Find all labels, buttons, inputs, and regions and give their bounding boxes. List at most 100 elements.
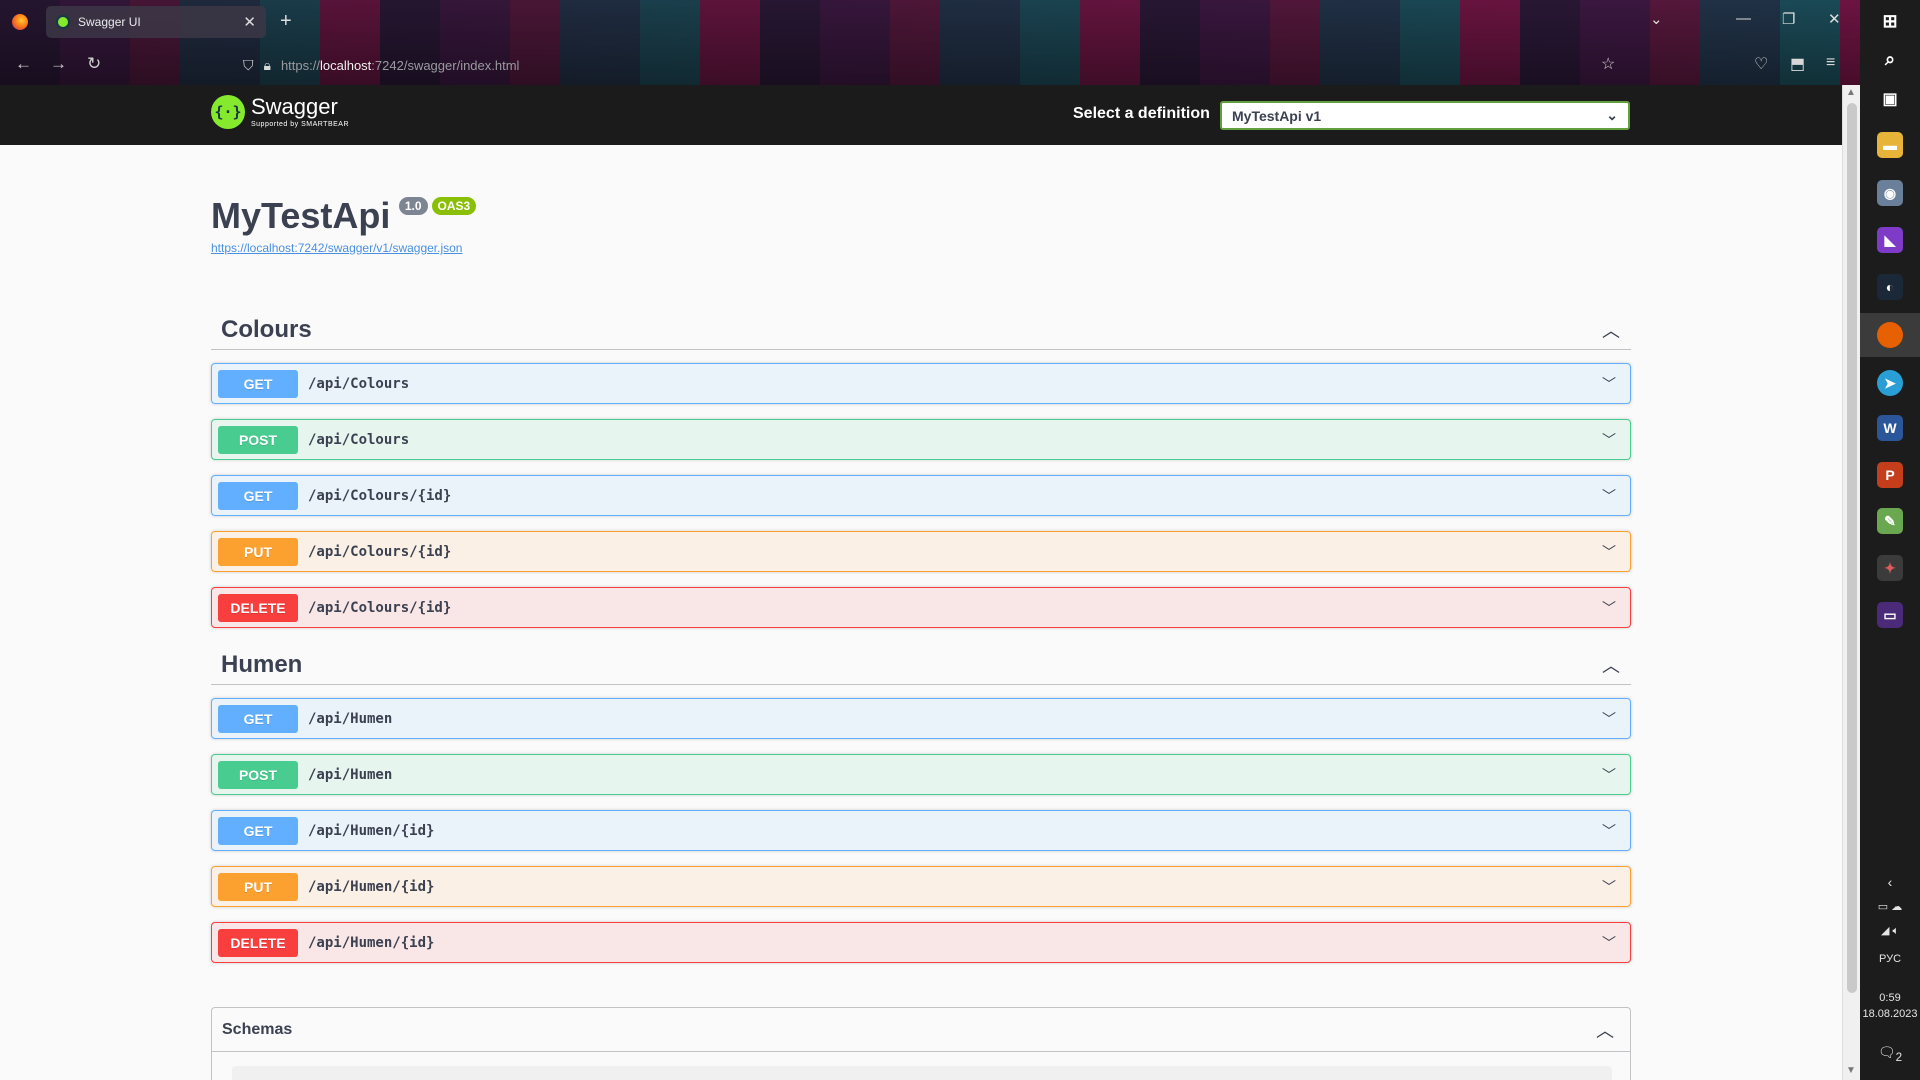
word-icon[interactable]: W — [1877, 415, 1903, 441]
network-icon[interactable]: ◢ 🔈︎ — [1860, 924, 1920, 938]
terminal-icon[interactable]: ▭ — [1877, 602, 1903, 628]
windows-start-icon[interactable]: ⊞ — [1877, 8, 1903, 34]
tab-title: Swagger UI — [78, 15, 141, 29]
operation-path: /api/Colours/{id} — [308, 487, 452, 504]
operation-get[interactable]: GET /api/Colours/{id} ﹀ — [211, 475, 1631, 516]
method-badge: GET — [218, 369, 298, 398]
show-hidden-icons-icon[interactable]: ‹ — [1860, 874, 1920, 890]
telegram-icon[interactable]: ➤ — [1877, 370, 1903, 396]
app-icon[interactable]: ✎ — [1877, 508, 1903, 534]
chevron-up-icon[interactable]: ︿ — [1591, 652, 1631, 678]
pocket-icon[interactable]: ♡ — [1754, 54, 1768, 74]
schemas-section: Schemas ︿ — [211, 1007, 1631, 1080]
operation-post[interactable]: POST /api/Colours ﹀ — [211, 419, 1631, 460]
firefox-icon[interactable] — [12, 14, 28, 30]
scroll-up-icon[interactable]: ▲ — [1846, 87, 1856, 98]
chevron-down-icon[interactable]: ﹀ — [1594, 542, 1624, 562]
method-badge: PUT — [218, 872, 298, 901]
oas-badge: OAS3 — [431, 197, 477, 215]
chevron-down-icon[interactable]: ﹀ — [1594, 374, 1624, 394]
app-icon[interactable]: ✦ — [1877, 555, 1903, 581]
swagger-logo[interactable]: {·} Swagger Supported by SMARTBEAR — [211, 95, 349, 129]
definition-select[interactable]: MyTestApi v1 ⌄ — [1220, 101, 1630, 130]
clock-time[interactable]: 0:59 — [1860, 992, 1920, 1004]
operation-path: /api/Humen — [308, 710, 393, 727]
operation-path: /api/Colours — [308, 375, 410, 392]
spec-url-link[interactable]: https://localhost:7242/swagger/v1/swagge… — [211, 241, 462, 255]
url-bar[interactable]: ⛉ 🔒︎ https://localhost:7242/swagger/inde… — [235, 51, 1615, 79]
operation-delete[interactable]: DELETE /api/Colours/{id} ﹀ — [211, 587, 1631, 628]
definition-select-value: MyTestApi v1 — [1232, 107, 1322, 124]
operation-delete[interactable]: DELETE /api/Humen/{id} ﹀ — [211, 922, 1631, 963]
firefox-icon[interactable] — [1877, 322, 1903, 348]
chevron-down-icon[interactable]: ﹀ — [1594, 598, 1624, 618]
operation-path: /api/Humen/{id} — [308, 822, 435, 839]
method-badge: POST — [218, 425, 298, 454]
operation-get[interactable]: GET /api/Humen ﹀ — [211, 698, 1631, 739]
notifications-icon[interactable]: 🗨︎2 — [1860, 1044, 1920, 1064]
swagger-topbar: {·} Swagger Supported by SMARTBEAR Selec… — [0, 85, 1842, 145]
chevron-up-icon[interactable]: ︿ — [1591, 317, 1631, 343]
method-badge: GET — [218, 481, 298, 510]
operation-path: /api/Colours — [308, 431, 410, 448]
task-view-icon[interactable]: ▣ — [1877, 86, 1903, 112]
scrollbar-thumb[interactable] — [1847, 103, 1857, 993]
restore-icon[interactable]: ❐ — [1782, 10, 1795, 28]
scroll-down-icon[interactable]: ▼ — [1846, 1065, 1856, 1076]
api-title: MyTestApi — [211, 195, 391, 236]
operation-post[interactable]: POST /api/Humen ﹀ — [211, 754, 1631, 795]
chevron-down-icon[interactable]: ﹀ — [1594, 430, 1624, 450]
url-text[interactable]: https://localhost:7242/swagger/index.htm… — [281, 58, 520, 73]
extensions-icon[interactable]: ⬒ — [1790, 54, 1805, 74]
language-indicator[interactable]: РУС — [1860, 953, 1920, 965]
search-icon[interactable]: ⌕ — [1877, 46, 1903, 72]
reload-icon[interactable]: ↻ — [87, 54, 101, 74]
close-tab-icon[interactable]: ✕ — [243, 13, 256, 31]
api-info: MyTestApi 1.0 OAS3 https://localhost:7242… — [211, 195, 477, 255]
schema-model-placeholder — [232, 1066, 1612, 1080]
file-explorer-icon[interactable]: ▬ — [1877, 132, 1903, 158]
chevron-down-icon[interactable]: ﹀ — [1594, 821, 1624, 841]
steam-icon[interactable]: ◐ — [1877, 274, 1903, 300]
clock-date[interactable]: 18.08.2023 — [1860, 1008, 1920, 1020]
chevron-down-icon: ⌄ — [1606, 107, 1618, 123]
chevron-down-icon[interactable]: ﹀ — [1594, 877, 1624, 897]
operation-path: /api/Humen/{id} — [308, 878, 435, 895]
tag-humen[interactable]: Humen ︿ — [211, 645, 1631, 685]
visual-studio-icon[interactable]: ◣ — [1877, 227, 1903, 253]
minimize-icon[interactable]: — — [1736, 10, 1751, 27]
app-icon[interactable]: ◉ — [1877, 180, 1903, 206]
close-window-icon[interactable]: ✕ — [1828, 10, 1841, 28]
chevron-down-icon[interactable]: ﹀ — [1594, 933, 1624, 953]
tracking-protection-shield-icon[interactable]: ⛉ — [243, 57, 254, 74]
method-badge: POST — [218, 760, 298, 789]
version-badge: 1.0 — [398, 197, 428, 215]
schemas-header[interactable]: Schemas ︿ — [212, 1008, 1630, 1052]
tab-swagger-ui[interactable]: Swagger UI ✕ — [46, 6, 266, 38]
operation-put[interactable]: PUT /api/Colours/{id} ﹀ — [211, 531, 1631, 572]
chevron-down-icon[interactable]: ﹀ — [1594, 486, 1624, 506]
back-icon[interactable]: ← — [15, 54, 32, 74]
operation-get[interactable]: GET /api/Humen/{id} ﹀ — [211, 810, 1631, 851]
operation-put[interactable]: PUT /api/Humen/{id} ﹀ — [211, 866, 1631, 907]
method-badge: DELETE — [218, 593, 298, 622]
list-all-tabs-icon[interactable]: ⌄ — [1650, 10, 1663, 28]
lock-icon[interactable]: 🔒︎ — [264, 57, 271, 74]
powerpoint-icon[interactable]: P — [1877, 462, 1903, 488]
page-scrollbar[interactable]: ▲ ▼ — [1842, 85, 1860, 1080]
tag-colours[interactable]: Colours ︿ — [211, 310, 1631, 350]
chevron-down-icon[interactable]: ﹀ — [1594, 709, 1624, 729]
operation-path: /api/Humen/{id} — [308, 934, 435, 951]
operation-get[interactable]: GET /api/Colours ﹀ — [211, 363, 1631, 404]
method-badge: DELETE — [218, 928, 298, 957]
forward-icon[interactable]: → — [50, 54, 67, 74]
bookmark-star-icon[interactable]: ☆ — [1601, 54, 1615, 74]
battery-icon[interactable]: ▭ ☁ — [1860, 900, 1920, 913]
tag-title: Colours — [221, 315, 312, 343]
new-tab-icon[interactable]: + — [280, 10, 292, 33]
operation-path: /api/Humen — [308, 766, 393, 783]
notification-count: 2 — [1895, 1050, 1903, 1064]
chevron-down-icon[interactable]: ﹀ — [1594, 765, 1624, 785]
chevron-up-icon[interactable]: ︿ — [1580, 1017, 1630, 1043]
menu-icon[interactable]: ≡ — [1826, 54, 1835, 72]
